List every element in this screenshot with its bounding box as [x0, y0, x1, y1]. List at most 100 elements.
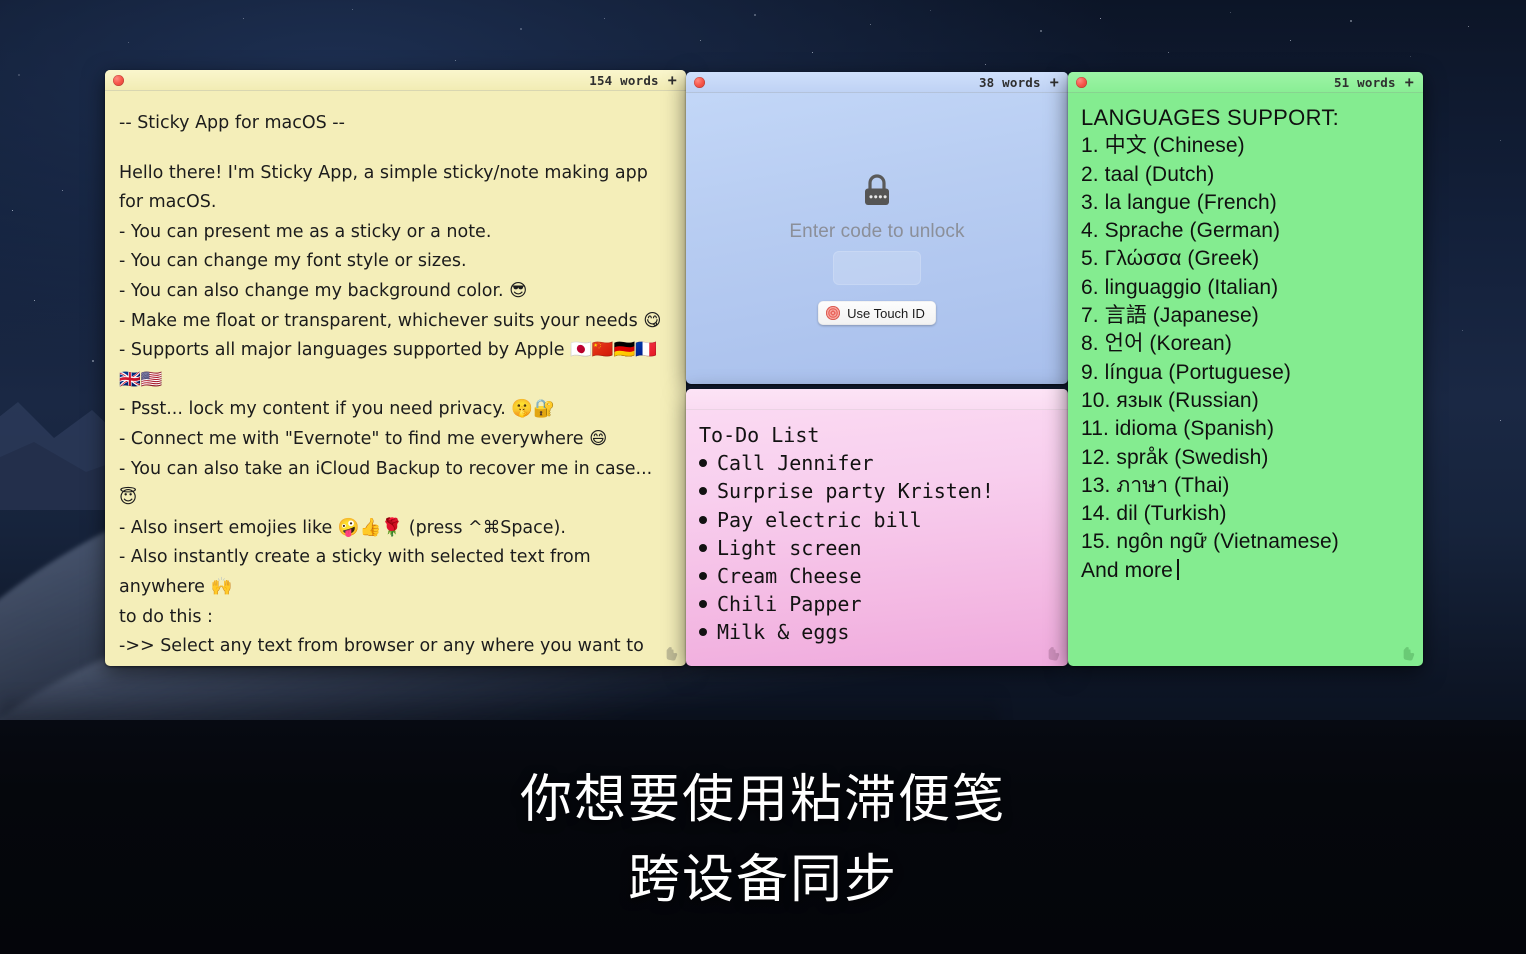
- todo-item-label: Light screen: [717, 535, 862, 560]
- star: [1462, 330, 1464, 332]
- add-note-icon[interactable]: +: [1405, 74, 1414, 90]
- language-item: 10. язык (Russian): [1081, 388, 1259, 412]
- desktop-screen: 154 words + -- Sticky App for macOS -- He…: [0, 0, 1526, 954]
- note-line: [119, 139, 672, 159]
- caption-line-1: 你想要使用粘滞便笺: [519, 770, 1006, 830]
- note-body-blue: Enter code to unlock Use Touch ID: [686, 93, 1068, 384]
- passcode-input[interactable]: [833, 251, 921, 285]
- word-count-label: 38 words: [978, 74, 1041, 90]
- bullet-icon: [699, 572, 707, 581]
- note-line: - Connect me with "Evernote" to find me …: [119, 428, 608, 449]
- caption-line-2: 跨设备同步: [627, 850, 898, 910]
- bullet-icon: [699, 600, 707, 609]
- note-line: - Also instantly create a sticky with se…: [119, 547, 597, 597]
- star: [1230, 12, 1232, 14]
- close-icon[interactable]: [694, 76, 705, 88]
- star: [754, 14, 756, 16]
- star: [18, 74, 20, 76]
- note-titlebar-pink[interactable]: [686, 389, 1068, 410]
- todo-item[interactable]: Light screen: [699, 534, 1054, 562]
- note-line: - You can also change my background colo…: [119, 280, 528, 301]
- close-icon[interactable]: [113, 74, 124, 86]
- language-item: 12. språk (Swedish): [1081, 445, 1269, 469]
- note-line: to do this :: [119, 606, 213, 627]
- star: [12, 210, 14, 212]
- language-item: 3. la langue (French): [1081, 190, 1277, 214]
- language-item: 11. idioma (Spanish): [1081, 417, 1275, 441]
- star: [985, 64, 987, 66]
- note-body-pink[interactable]: To-Do List Call Jennifer Surprise party K…: [686, 410, 1068, 666]
- star: [352, 9, 354, 11]
- star: [128, 42, 130, 44]
- word-count-label: 51 words: [1333, 74, 1396, 90]
- todo-item[interactable]: Call Jennifer: [699, 449, 1054, 477]
- word-count-label: 154 words: [589, 72, 659, 88]
- note-body-yellow[interactable]: -- Sticky App for macOS -- Hello there! I…: [105, 91, 686, 666]
- sticky-note-green-languages[interactable]: 51 words + LANGUAGES SUPPORT: 1. 中文 (Chi…: [1068, 72, 1423, 666]
- star: [455, 60, 457, 62]
- star: [520, 28, 522, 30]
- language-item: 1. 中文 (Chinese): [1081, 134, 1245, 158]
- note-body-green[interactable]: LANGUAGES SUPPORT: 1. 中文 (Chinese) 2. taa…: [1068, 93, 1423, 666]
- star: [700, 40, 702, 42]
- star: [1410, 56, 1412, 58]
- lock-icon: [865, 174, 889, 205]
- close-icon[interactable]: [1076, 76, 1087, 88]
- use-touch-id-button[interactable]: Use Touch ID: [818, 301, 936, 325]
- note-titlebar-yellow[interactable]: 154 words +: [105, 70, 686, 91]
- unlock-prompt: Enter code to unlock: [789, 221, 965, 242]
- todo-list: Call Jennifer Surprise party Kristen! Pay …: [699, 449, 1054, 646]
- sticky-note-yellow[interactable]: 154 words + -- Sticky App for macOS -- He…: [105, 70, 686, 666]
- note-line: Hello there! I'm Sticky App, a simple st…: [119, 162, 654, 213]
- evernote-icon: [666, 647, 678, 661]
- language-item: 6. linguaggio (Italian): [1081, 275, 1279, 299]
- bullet-icon: [699, 543, 707, 552]
- note-titlebar-blue[interactable]: 38 words +: [686, 72, 1068, 93]
- language-item: 15. ngôn ngữ (Vietnamese): [1081, 530, 1339, 554]
- language-item: 8. 언어 (Korean): [1081, 332, 1232, 356]
- star: [930, 10, 932, 12]
- todo-item[interactable]: Surprise party Kristen!: [699, 477, 1054, 505]
- language-item: 7. 言語 (Japanese): [1081, 304, 1259, 328]
- star: [870, 24, 872, 26]
- sticky-note-pink-todo[interactable]: To-Do List Call Jennifer Surprise party K…: [686, 389, 1068, 666]
- star: [1500, 420, 1502, 422]
- language-item: 14. dil (Turkish): [1081, 502, 1227, 526]
- todo-item[interactable]: Chili Papper: [699, 590, 1054, 618]
- star: [604, 18, 606, 20]
- note-text-yellow: -- Sticky App for macOS -- Hello there! I…: [119, 109, 672, 666]
- star: [1468, 26, 1470, 28]
- fingerprint-icon: [826, 306, 841, 320]
- languages-heading: LANGUAGES SUPPORT:: [1081, 105, 1340, 130]
- note-line: - You can present me as a sticky or a no…: [119, 221, 492, 242]
- add-note-icon[interactable]: +: [668, 72, 677, 88]
- note-line: -- Sticky App for macOS --: [119, 113, 345, 133]
- sticky-note-blue-locked[interactable]: 38 words + Enter code to unlock Use Touc…: [686, 72, 1068, 384]
- todo-item-label: Chili Papper: [717, 592, 862, 617]
- note-line: - Psst... lock my content if you need pr…: [119, 399, 555, 420]
- note-titlebar-green[interactable]: 51 words +: [1068, 72, 1423, 93]
- star: [1500, 140, 1502, 142]
- bullet-icon: [699, 628, 707, 637]
- bullet-icon: [699, 487, 707, 496]
- todo-item-label: Cream Cheese: [717, 564, 862, 589]
- bullet-icon: [699, 515, 707, 524]
- star: [92, 360, 94, 362]
- note-line: - You can change my font style or sizes.: [119, 251, 467, 272]
- note-line: - You can also take an iCloud Backup to …: [119, 458, 658, 509]
- star: [243, 18, 245, 20]
- languages-footer: And more: [1081, 557, 1410, 585]
- language-item: 4. Sprache (German): [1081, 219, 1281, 243]
- add-note-icon[interactable]: +: [1050, 74, 1059, 90]
- text-caret: [1176, 558, 1179, 580]
- todo-item[interactable]: Cream Cheese: [699, 562, 1054, 590]
- use-touch-id-label: Use Touch ID: [847, 305, 925, 321]
- subtitle-caption: 你想要使用粘滞便笺 跨设备同步: [0, 760, 1526, 920]
- star: [1168, 52, 1170, 54]
- todo-item-label: Pay electric bill: [717, 507, 922, 532]
- language-item: 5. Γλώσσα (Greek): [1081, 247, 1260, 271]
- star: [1100, 18, 1102, 20]
- todo-item[interactable]: Milk & eggs: [699, 618, 1054, 646]
- todo-item-label: Milk & eggs: [717, 620, 850, 645]
- todo-item[interactable]: Pay electric bill: [699, 506, 1054, 534]
